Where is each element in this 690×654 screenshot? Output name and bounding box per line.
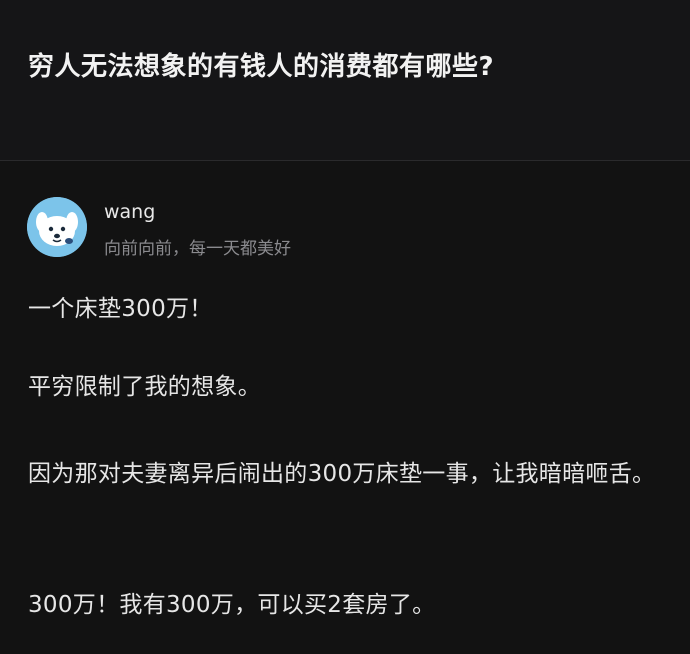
question-title[interactable]: 穷人无法想象的有钱人的消费都有哪些? — [28, 46, 494, 83]
cartoon-dog-avatar-icon[interactable] — [27, 197, 87, 257]
author-name[interactable]: wang — [104, 201, 155, 223]
question-header: 穷人无法想象的有钱人的消费都有哪些? — [0, 0, 690, 160]
answer-card: wang 向前向前，每一天都美好 一个床垫300万！ 平穷限制了我的想象。 因为… — [0, 161, 690, 654]
answer-paragraph: 300万！我有300万，可以买2套房了。 — [28, 592, 436, 618]
answer-paragraph: 平穷限制了我的想象。 — [28, 374, 261, 400]
author-bio: 向前向前，每一天都美好 — [104, 239, 291, 259]
answer-paragraph: 因为那对夫妻离异后闹出的300万床垫一事，让我暗暗咂舌。 — [28, 461, 656, 487]
answer-paragraph: 一个床垫300万！ — [28, 296, 213, 322]
avatar-illustration — [27, 197, 87, 257]
